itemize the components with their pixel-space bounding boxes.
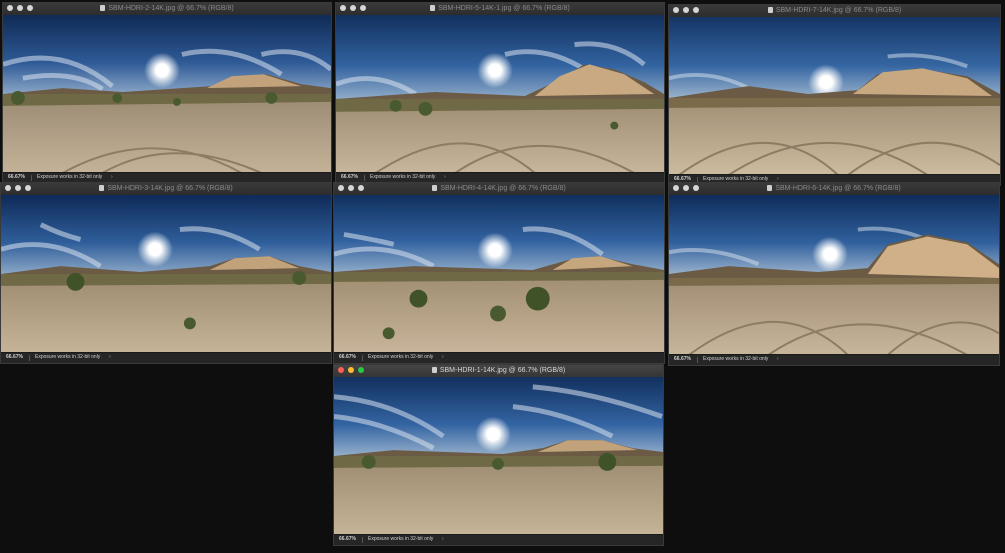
zoom-level[interactable]: 66.67% xyxy=(674,355,691,364)
window-title: SBM-HDRI-6-14K.jpg @ 66.7% (RGB/8) xyxy=(669,184,999,194)
status-bar: 66.67% Exposure works in 32-bit only › xyxy=(1,352,331,363)
image-canvas[interactable] xyxy=(669,195,999,355)
window-hdri-6[interactable]: SBM-HDRI-6-14K.jpg @ 66.7% (RGB/8) 66.67… xyxy=(668,182,1000,366)
hdri-panorama-image xyxy=(1,195,331,353)
window-title: SBM-HDRI-1-14K.jpg @ 66.7% (RGB/8) xyxy=(334,366,663,376)
status-bar: 66.67% Exposure works in 32-bit only › xyxy=(669,354,999,365)
status-message: Exposure works in 32-bit only xyxy=(368,536,434,542)
window-hdri-1[interactable]: SBM-HDRI-1-14K.jpg @ 66.7% (RGB/8) 66.67… xyxy=(333,364,664,546)
document-icon xyxy=(431,367,437,373)
window-title: SBM-HDRI-3-14K.jpg @ 66.7% (RGB/8) xyxy=(1,184,331,194)
window-title: SBM-HDRI-7-14K.jpg @ 66.7% (RGB/8) xyxy=(669,6,1000,16)
chevron-right-icon[interactable]: › xyxy=(442,535,444,544)
status-message: Exposure works in 32-bit only xyxy=(37,174,103,180)
status-message: Exposure works in 32-bit only xyxy=(703,356,769,362)
image-canvas[interactable] xyxy=(336,15,664,173)
window-hdri-3[interactable]: SBM-HDRI-3-14K.jpg @ 66.7% (RGB/8) 66.67… xyxy=(0,182,332,364)
zoom-level[interactable]: 66.67% xyxy=(341,173,358,182)
chevron-right-icon[interactable]: › xyxy=(109,353,111,362)
chevron-right-icon[interactable]: › xyxy=(444,173,446,182)
window-title: SBM-HDRI-2-14K.jpg @ 66.7% (RGB/8) xyxy=(3,4,331,14)
zoom-level[interactable]: 66.67% xyxy=(339,535,356,544)
status-message: Exposure works in 32-bit only xyxy=(368,354,434,360)
hdri-panorama-image xyxy=(336,15,664,173)
zoom-level[interactable]: 66.67% xyxy=(8,173,25,182)
chevron-right-icon[interactable]: › xyxy=(442,353,444,362)
document-icon xyxy=(767,185,773,191)
window-hdri-2[interactable]: SBM-HDRI-2-14K.jpg @ 66.7% (RGB/8) 66.67… xyxy=(2,2,332,184)
status-bar: 66.67% Exposure works in 32-bit only › xyxy=(334,534,663,545)
chevron-right-icon[interactable]: › xyxy=(777,355,779,364)
chevron-right-icon[interactable]: › xyxy=(111,173,113,182)
zoom-level[interactable]: 66.67% xyxy=(6,353,23,362)
status-bar: 66.67% Exposure works in 32-bit only › xyxy=(334,352,664,363)
window-title: SBM-HDRI-4-14K.jpg @ 66.7% (RGB/8) xyxy=(334,184,664,194)
hdri-panorama-image xyxy=(334,195,664,353)
document-icon xyxy=(100,5,106,11)
document-icon xyxy=(99,185,105,191)
status-message: Exposure works in 32-bit only xyxy=(35,354,101,360)
image-canvas[interactable] xyxy=(334,195,664,353)
zoom-level[interactable]: 66.67% xyxy=(339,353,356,362)
hdri-panorama-image xyxy=(669,17,1000,175)
image-canvas[interactable] xyxy=(669,17,1000,175)
document-icon xyxy=(430,5,436,11)
hdri-panorama-image xyxy=(669,195,999,355)
document-icon xyxy=(432,185,438,191)
window-hdri-4[interactable]: SBM-HDRI-4-14K.jpg @ 66.7% (RGB/8) 66.67… xyxy=(333,182,665,364)
window-title: SBM-HDRI-5-14K-1.jpg @ 66.7% (RGB/8) xyxy=(336,4,664,14)
hdri-panorama-image xyxy=(3,15,331,173)
hdri-panorama-image xyxy=(334,377,663,535)
status-message: Exposure works in 32-bit only xyxy=(370,174,436,180)
document-icon xyxy=(767,7,773,13)
image-canvas[interactable] xyxy=(1,195,331,353)
image-canvas[interactable] xyxy=(334,377,663,535)
window-hdri-7[interactable]: SBM-HDRI-7-14K.jpg @ 66.7% (RGB/8) 66.67… xyxy=(668,4,1001,186)
window-hdri-5[interactable]: SBM-HDRI-5-14K-1.jpg @ 66.7% (RGB/8) 66.… xyxy=(335,2,665,184)
image-canvas[interactable] xyxy=(3,15,331,173)
